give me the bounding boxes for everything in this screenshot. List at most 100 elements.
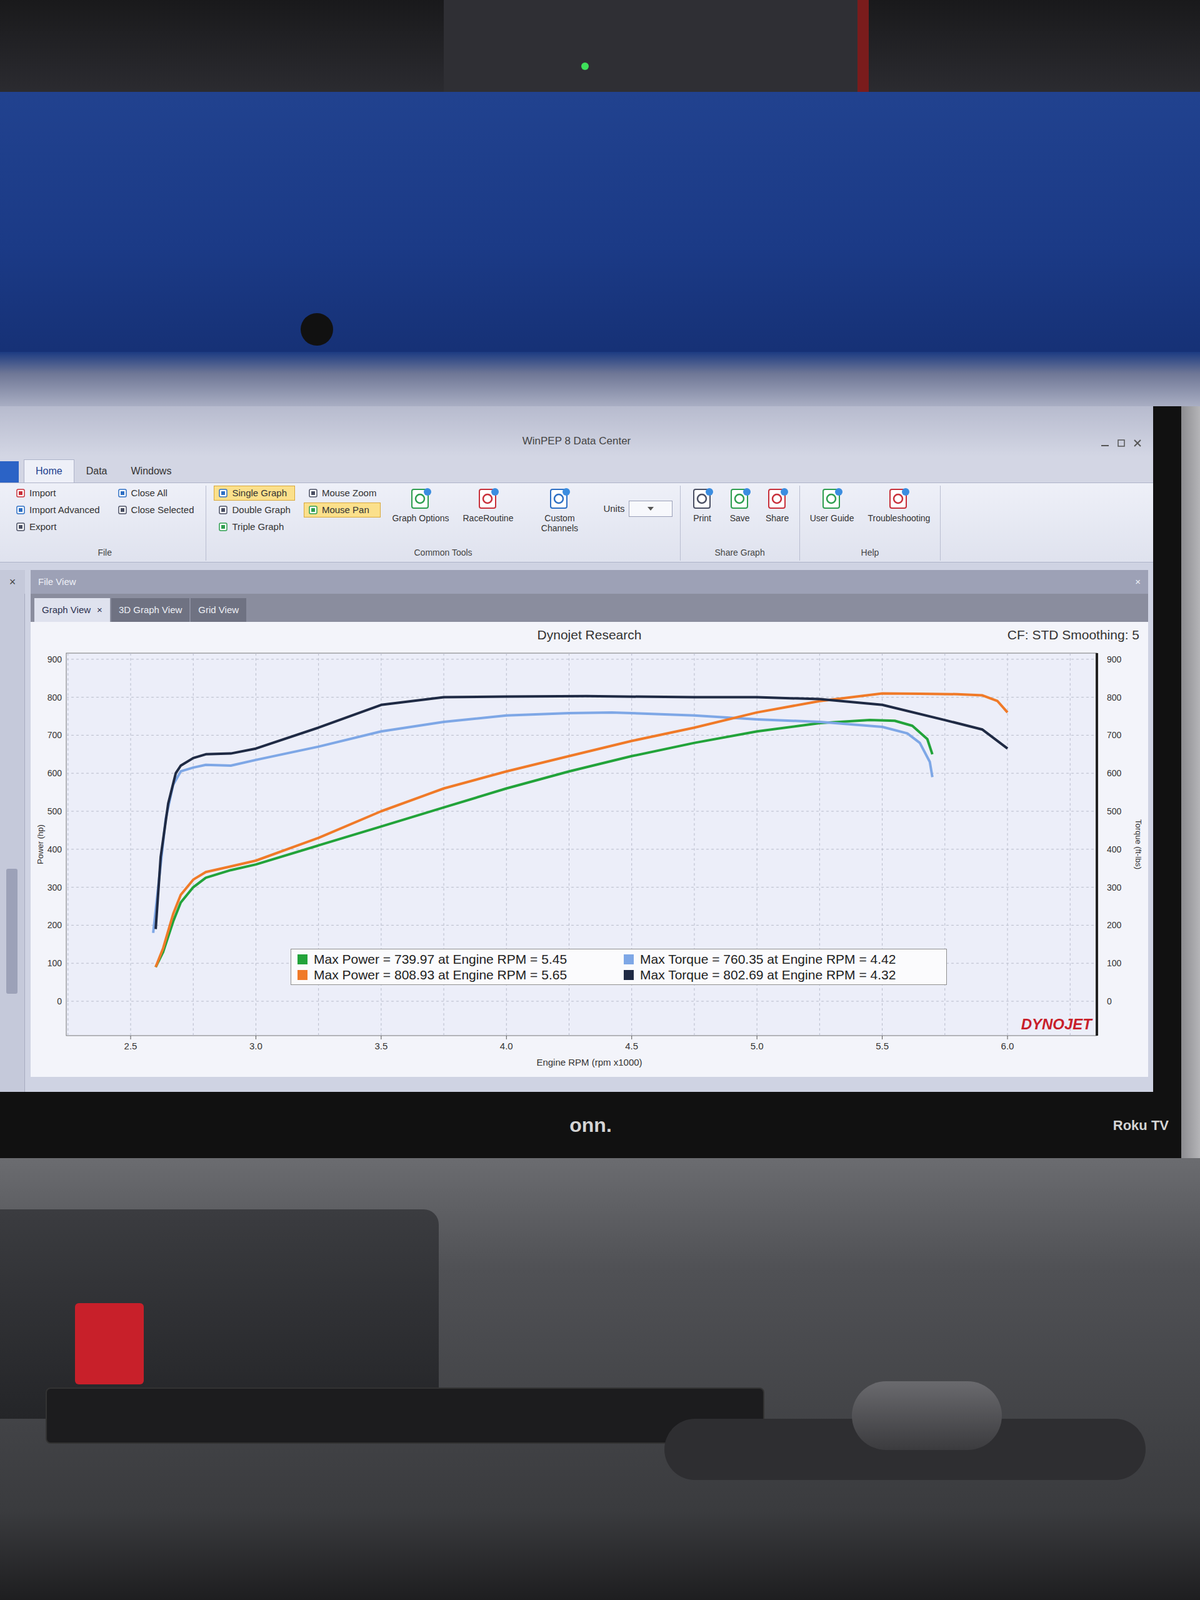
ribbon-button[interactable]: Graph Options [389,485,452,525]
grid-line [66,848,1097,850]
ribbon-column: Custom Channels [524,485,595,535]
ribbon-column: Single GraphDouble GraphTriple Graph [213,485,295,535]
button-label: Share [765,513,789,524]
legend-swatch [297,954,308,965]
icon-mark [772,494,782,504]
close-icon[interactable] [1131,437,1144,449]
legend-label: Max Torque = 760.35 at Engine RPM = 4.42 [640,951,896,967]
icon-mark [826,494,836,504]
ribbon-tab[interactable]: Windows [118,459,184,483]
y-tick-label: 100 [47,958,63,969]
model-label: Roku TV [618,1115,1182,1136]
command-icon [308,505,319,515]
ribbon-button[interactable]: Troubleshooting [865,485,933,525]
y-tick-label: 600 [47,768,63,779]
field-label: Units [603,501,625,517]
dropdown-arrow-icon [647,506,654,511]
view-tabs: Graph View × 3D Graph ViewGrid View [30,593,1149,622]
ribbon-button[interactable]: Share [763,485,792,525]
mouse[interactable] [851,1381,1002,1450]
ribbon-button[interactable]: Triple Graph [213,519,295,535]
ribbon-button[interactable]: Custom Channels [524,485,595,535]
view-tab[interactable]: 3D Graph View [111,598,190,623]
y-tick-label: 200 [1106,920,1122,930]
x-tick [631,1035,632,1040]
icon-frame [309,506,317,514]
view-tab[interactable]: Graph View × [34,598,110,623]
side-scrollbar[interactable] [0,593,25,1092]
y-tick-label: 800 [47,692,63,703]
icon-frame [118,489,127,497]
app-menu-button[interactable] [0,461,19,483]
legend-item: Max Torque = 802.69 at Engine RPM = 4.32 [623,966,940,983]
ribbon-group: PrintSaveShareShare Graph [680,485,800,561]
icon-badge [491,488,499,496]
button-label: Custom Channels [526,513,592,534]
ribbon-button[interactable]: Export [11,519,105,535]
keyboard[interactable] [45,1387,765,1444]
y-tick-label: 900 [47,654,63,665]
ribbon-button[interactable]: Save [725,485,755,525]
icon-mark [415,494,425,504]
restore-icon[interactable] [1115,437,1127,449]
x-tick-label: 2.5 [124,1040,138,1052]
ribbon-tab[interactable]: Data [74,459,120,483]
group-label: File [11,546,199,561]
ribbon-button[interactable]: Mouse Zoom [303,485,382,501]
ribbon-group: Import Import Advanced Export Close All Clos… [3,485,207,561]
y-tick-label: 700 [47,730,63,740]
ribbon-button[interactable]: Mouse Pan [303,502,382,518]
legend-swatch [297,970,308,980]
desk-items [0,1387,1200,1480]
button-label: Close All [131,487,168,499]
ribbon-column: Save [725,485,755,525]
y-tick-label: 400 [1106,844,1122,855]
command-icon [117,505,128,515]
ribbon-group: User Guide Troubleshooting Help [800,485,942,561]
ribbon-button[interactable]: Print [688,485,717,525]
button-label: User Guide [810,513,855,524]
button-label: RaceRoutine [463,513,514,524]
ribbon-button[interactable]: Close Selected [113,502,199,518]
ribbon-button[interactable]: Import Advanced [11,502,105,518]
y-tick-label: 600 [1106,768,1122,779]
x-axis-title: Engine RPM (rpm x1000) [536,1056,642,1068]
monitor-bezel: onn. Roku TV [0,1091,1182,1159]
ribbon-button[interactable]: Single Graph [213,485,295,501]
command-icon [728,486,752,511]
command-icon [408,486,433,511]
x-tick [881,1035,883,1040]
group-label: Common Tools [213,546,672,561]
minimize-icon[interactable] [1099,437,1111,449]
icon-fill [311,508,315,512]
button-label: Close Selected [131,504,195,516]
icon-fill [311,491,315,495]
y-axis-title: Torque (ft-lbs) [1133,819,1144,870]
tab-label: Graph View [41,603,91,618]
icon-badge [780,488,789,496]
icon-badge [562,488,570,496]
icon-badge [423,488,432,496]
ribbon-button[interactable]: Double Graph [213,502,295,518]
view-tab[interactable]: Grid View [190,598,247,623]
side-close-button[interactable]: × [0,570,25,594]
tool-cabinet [0,91,1200,352]
x-tick-label: 6.0 [1001,1040,1015,1052]
ribbon-button[interactable]: Import [11,485,105,501]
panel-close-button[interactable]: × [1135,575,1141,590]
group-label: Help [807,546,934,561]
button-label: Import Advanced [29,504,100,516]
tab-close-button[interactable]: × [96,603,103,618]
ribbon-button[interactable]: Close All [113,485,199,501]
command-icon [308,488,319,499]
ribbon-button[interactable]: RaceRoutine [460,485,517,525]
ribbon-tab[interactable]: Home [23,459,75,483]
window-title: WinPEP 8 Data Center [147,433,1006,450]
ribbon-button[interactable]: User Guide [807,485,857,525]
x-tick [380,1035,382,1040]
scroll-thumb[interactable] [6,868,18,994]
command-icon [15,505,26,515]
ribbon-column: User Guide [807,485,857,525]
units-dropdown[interactable] [628,500,673,517]
monitor: WinPEP 8 Data CenterHomeDataWindowsImpor… [0,406,1182,1159]
